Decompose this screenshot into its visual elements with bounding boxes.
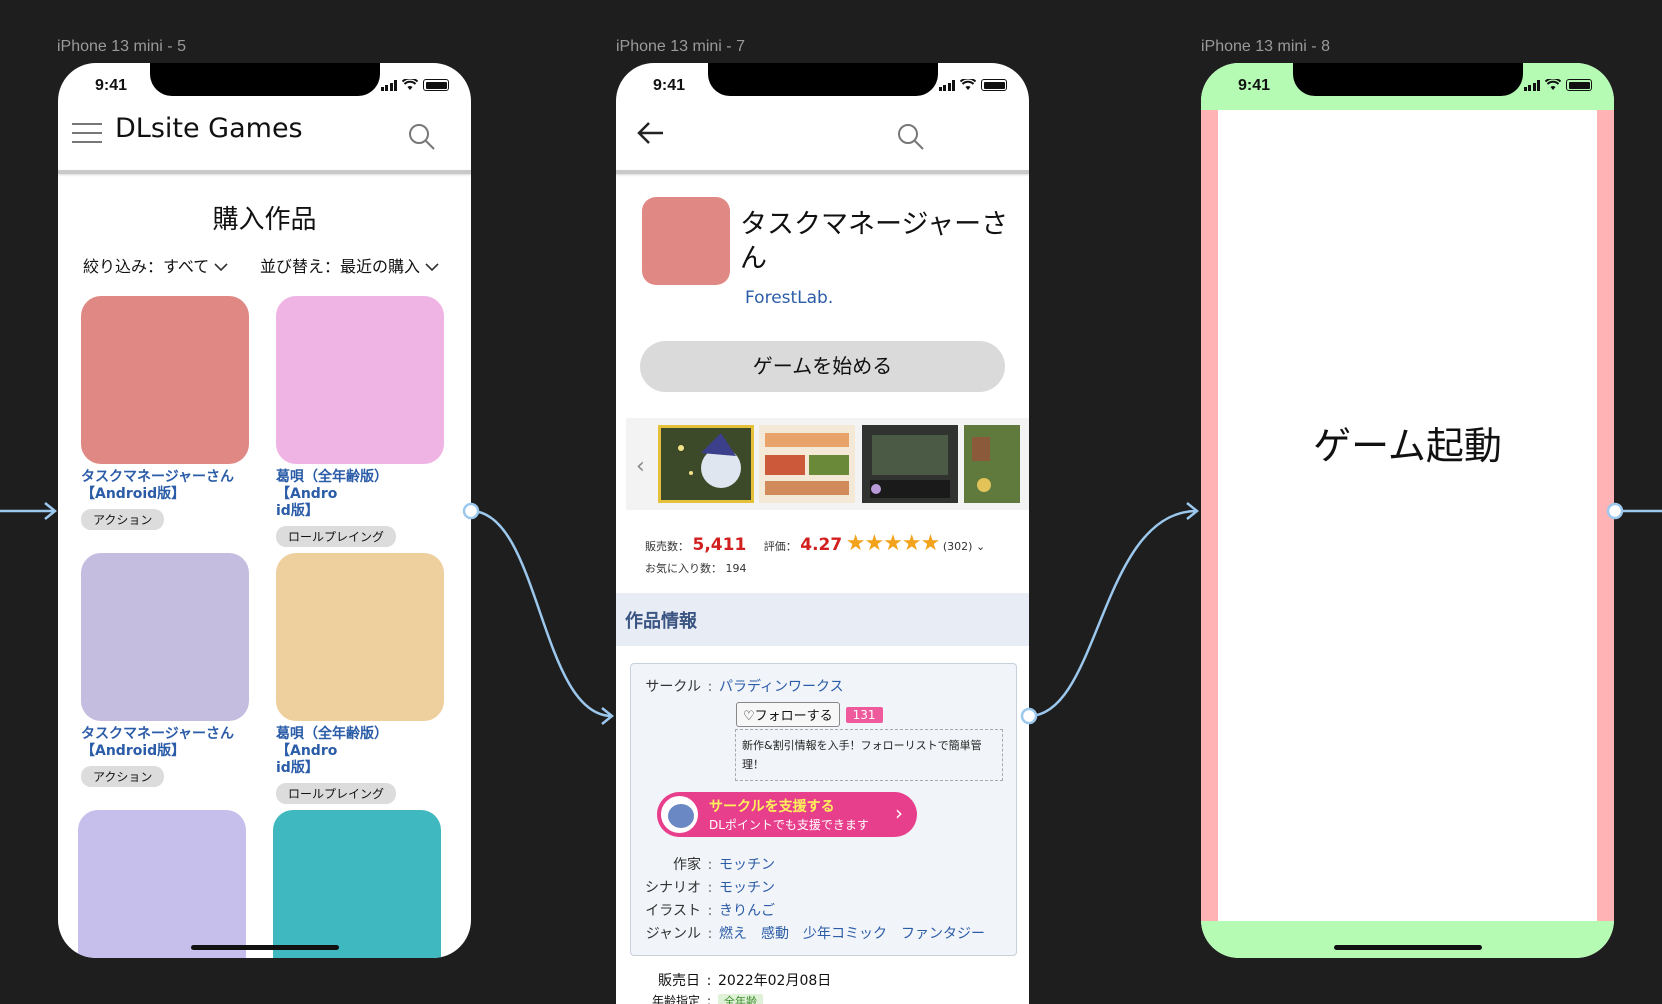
connector-2-to-3 bbox=[1028, 502, 1200, 718]
connector-handle bbox=[462, 502, 480, 520]
connector-handle bbox=[1020, 707, 1038, 725]
connector-in-arrow bbox=[0, 502, 58, 520]
connector-handle bbox=[1606, 502, 1624, 520]
connector-1-to-2 bbox=[470, 509, 615, 725]
prototype-connectors bbox=[0, 502, 1662, 725]
